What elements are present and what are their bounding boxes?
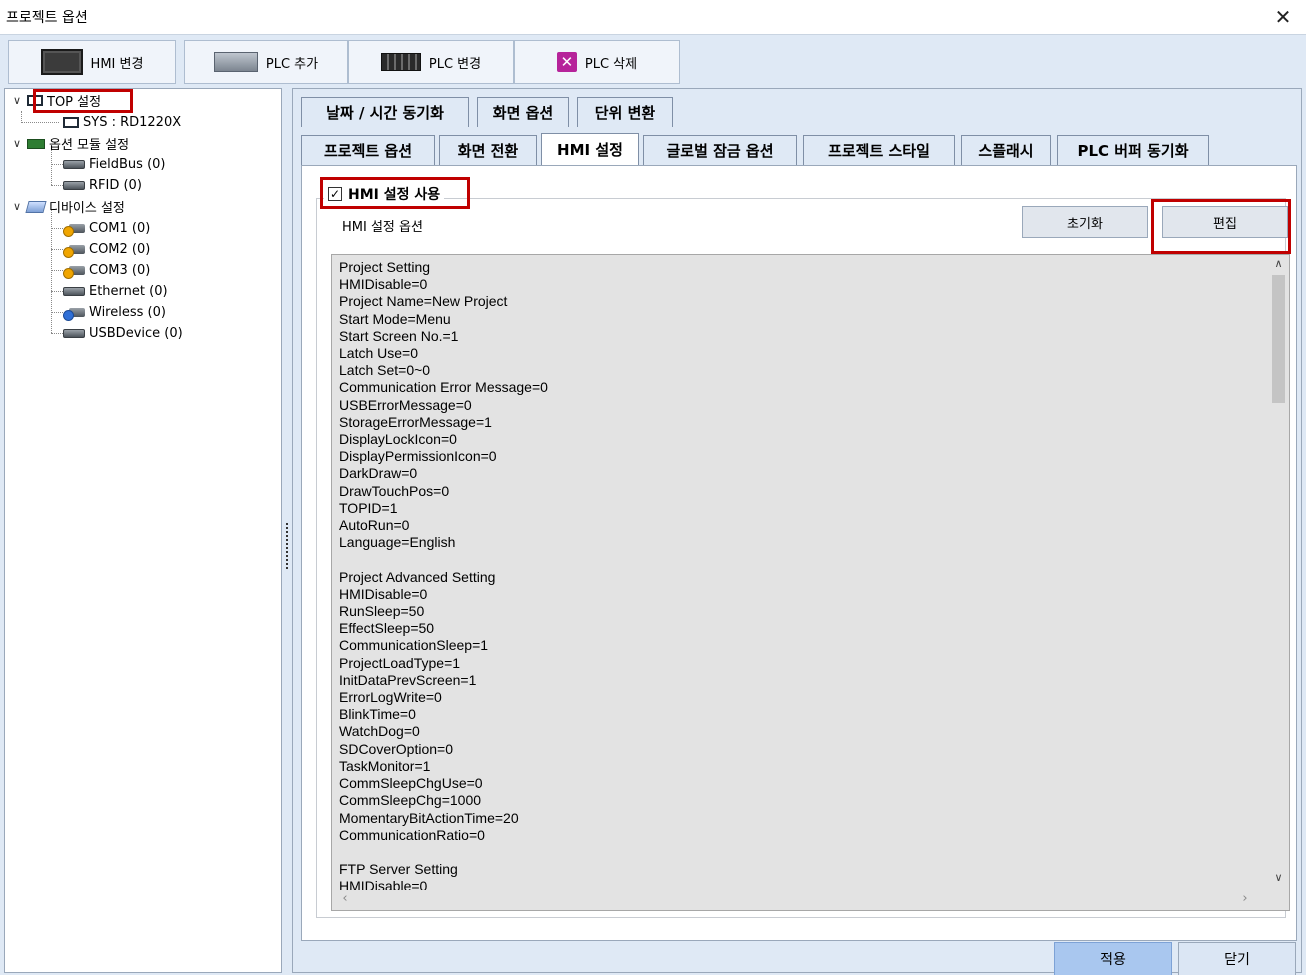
tree-label: USBDevice (0): [89, 326, 183, 341]
plc-change-label: PLC 변경: [428, 56, 482, 72]
tab-screen-options[interactable]: 화면 옵션: [477, 97, 569, 127]
tree-label: COM1 (0): [89, 221, 151, 236]
network-icon: [25, 200, 47, 213]
hmi-use-checkbox-wrap[interactable]: ✓ HMI 설정 사용: [324, 182, 445, 206]
tree-item-usbdevice[interactable]: USBDevice (0): [63, 323, 183, 344]
device-icon: [63, 160, 85, 169]
scroll-left-icon[interactable]: ‹: [336, 891, 354, 909]
com-port-icon: [63, 244, 85, 258]
tree-item-sys[interactable]: SYS : RD1220X: [63, 112, 181, 133]
options-panel: 날짜 / 시간 동기화 화면 옵션 단위 변환 프로젝트 옵션 화면 전환 HM…: [292, 88, 1302, 973]
tree-label: Wireless (0): [89, 305, 166, 320]
tree-item-fieldbus[interactable]: FieldBus (0): [63, 154, 165, 175]
tab-plc-buffer-sync[interactable]: PLC 버퍼 동기화: [1057, 135, 1209, 165]
tree-item-option-module[interactable]: ∨ 옵션 모듈 설정: [11, 133, 129, 154]
window-title: 프로젝트 옵션: [6, 10, 88, 26]
plc-add-icon: [213, 52, 258, 72]
scroll-down-icon[interactable]: ∨: [1268, 871, 1289, 889]
ethernet-icon: [63, 287, 85, 296]
tree-label: SYS : RD1220X: [83, 115, 182, 130]
tree-item-wireless[interactable]: Wireless (0): [63, 302, 166, 323]
tree-item-com1[interactable]: COM1 (0): [63, 218, 150, 239]
tree-label: COM3 (0): [89, 263, 151, 278]
tree-item-top-setting[interactable]: ∨ TOP 설정: [11, 90, 101, 111]
close-icon[interactable]: ✕: [1270, 4, 1296, 30]
tree-item-rfid[interactable]: RFID (0): [63, 175, 142, 196]
plc-delete-button[interactable]: ✕ PLC 삭제: [514, 40, 680, 84]
tab-project-style[interactable]: 프로젝트 스타일: [803, 135, 955, 165]
tab-global-lock[interactable]: 글로벌 잠금 옵션: [643, 135, 797, 165]
expand-icon[interactable]: ∨: [11, 137, 23, 150]
hmi-use-checkbox[interactable]: ✓: [328, 187, 342, 201]
tree-label: Ethernet (0): [89, 284, 168, 299]
tree-label: TOP 설정: [47, 95, 102, 110]
hmi-icon: [40, 49, 83, 75]
plc-change-button[interactable]: PLC 변경: [348, 40, 514, 84]
plc-delete-label: PLC 삭제: [584, 56, 638, 72]
tab-datetime-sync[interactable]: 날짜 / 시간 동기화: [301, 97, 469, 127]
device-icon: [63, 181, 85, 190]
close-button[interactable]: 닫기: [1178, 942, 1296, 975]
hmi-settings-content: ✓ HMI 설정 사용 HMI 설정 옵션 초기화 편집 Project Set…: [301, 165, 1297, 941]
expand-icon[interactable]: ∨: [11, 200, 23, 213]
wireless-icon: [63, 307, 85, 321]
apply-button[interactable]: 적용: [1054, 942, 1172, 975]
tree-label: 옵션 모듈 설정: [49, 138, 130, 153]
title-bar: 프로젝트 옵션 ✕: [0, 0, 1306, 34]
scroll-up-icon[interactable]: ∧: [1268, 257, 1289, 275]
expand-icon[interactable]: ∨: [11, 94, 23, 107]
dialog-body: HMI 변경 PLC 추가 PLC 변경 ✕ PLC 삭제 ∨ TOP 설정 S…: [0, 34, 1306, 975]
hmi-change-label: HMI 변경: [90, 56, 144, 72]
horizontal-scrollbar[interactable]: ‹ ›: [332, 890, 1264, 910]
project-tree[interactable]: ∨ TOP 설정 SYS : RD1220X ∨ 옵션 모듈 설정 FieldB…: [4, 88, 282, 973]
hmi-options-label: HMI 설정 옵션: [342, 220, 423, 235]
plc-add-button[interactable]: PLC 추가: [184, 40, 348, 84]
tree-item-com3[interactable]: COM3 (0): [63, 260, 150, 281]
plc-add-label: PLC 추가: [265, 56, 319, 72]
tree-item-com2[interactable]: COM2 (0): [63, 239, 150, 260]
com-port-icon: [63, 223, 85, 237]
tree-label: COM2 (0): [89, 242, 151, 257]
tab-hmi-settings[interactable]: HMI 설정: [541, 133, 639, 165]
tree-item-device-setting[interactable]: ∨ 디바이스 설정: [11, 196, 125, 217]
tree-label: RFID (0): [89, 178, 142, 193]
tab-unit-conversion[interactable]: 단위 변환: [577, 97, 673, 127]
scroll-right-icon[interactable]: ›: [1236, 891, 1254, 909]
scroll-thumb[interactable]: [1272, 275, 1285, 403]
tab-project-options[interactable]: 프로젝트 옵션: [301, 135, 435, 165]
plc-change-icon: [380, 53, 421, 71]
hmi-change-button[interactable]: HMI 변경: [8, 40, 176, 84]
tree-item-ethernet[interactable]: Ethernet (0): [63, 281, 168, 302]
vertical-scrollbar[interactable]: ∧ ∨: [1268, 255, 1289, 891]
monitor-icon: [27, 95, 43, 106]
monitor-icon: [63, 117, 79, 128]
delete-icon: ✕: [556, 52, 577, 72]
module-icon: [27, 138, 45, 149]
usb-device-icon: [63, 329, 85, 338]
hmi-use-label: HMI 설정 사용: [348, 187, 441, 203]
com-port-icon: [63, 265, 85, 279]
hmi-settings-text: Project Setting HMIDisable=0 Project Nam…: [339, 259, 548, 891]
reset-button[interactable]: 초기화: [1022, 206, 1148, 238]
tree-label: FieldBus (0): [89, 157, 166, 172]
tab-screen-switch[interactable]: 화면 전환: [439, 135, 537, 165]
splitter-grip[interactable]: [286, 523, 288, 569]
hmi-settings-textarea[interactable]: Project Setting HMIDisable=0 Project Nam…: [331, 254, 1290, 911]
edit-button[interactable]: 편집: [1162, 206, 1288, 238]
tab-splash[interactable]: 스플래시: [961, 135, 1051, 165]
tree-label: 디바이스 설정: [49, 201, 125, 216]
